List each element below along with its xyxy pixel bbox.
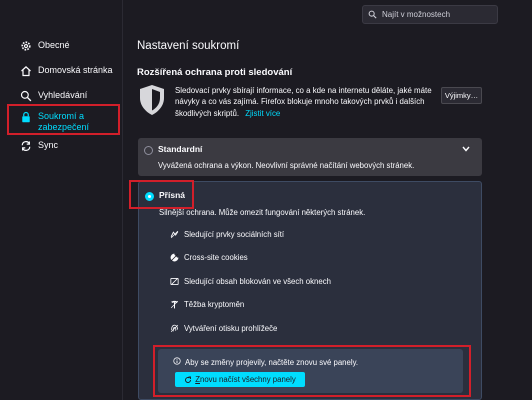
gear-icon: [21, 41, 31, 51]
sidebar-item-label: Obecné: [38, 40, 70, 50]
exceptions-button[interactable]: Výjimky…: [441, 87, 482, 104]
sidebar-item-label: Sync: [38, 140, 59, 150]
search-box[interactable]: [362, 5, 498, 24]
sync-icon: [21, 141, 31, 151]
cookie-icon: [170, 253, 179, 262]
standard-radio[interactable]: [144, 146, 153, 155]
strict-description: Silnější ochrana. Může omezit fungování …: [159, 208, 366, 217]
highlight-box-strict: [129, 180, 194, 209]
learn-more-link[interactable]: Zjistit více: [245, 109, 280, 118]
search-icon: [368, 10, 377, 19]
highlight-box-notice: [153, 345, 471, 397]
tracking-description: Sledovací prvky sbírají informace, co a …: [175, 86, 432, 118]
section-title: Rozšířená ochrana proti sledování: [137, 67, 293, 78]
sidebar-item-sync[interactable]: Sync: [20, 140, 58, 152]
sidebar-item-label: Domovská stránka: [38, 65, 113, 75]
shield-icon: [140, 85, 164, 115]
sidebar-item-general[interactable]: Obecné: [20, 40, 70, 52]
home-icon: [21, 66, 31, 77]
chevron-down-icon[interactable]: [462, 146, 470, 152]
standard-description: Vyvážená ochrana a výkon. Neovlivní sprá…: [158, 161, 415, 170]
highlight-box-sidebar: [7, 104, 120, 135]
sidebar-item-label: Vyhledávání: [38, 90, 88, 100]
tracking-content-icon: [170, 277, 179, 286]
sidebar-divider: [122, 0, 123, 400]
feature-item: Těžba kryptoměn: [170, 300, 244, 309]
sidebar-item-home[interactable]: Domovská stránka: [20, 65, 113, 77]
feature-item: Cross-site cookies: [170, 253, 248, 262]
social-tracker-icon: [170, 230, 179, 239]
feature-item: Sledující prvky sociálních sítí: [170, 230, 284, 239]
page-title: Nastavení soukromí: [137, 40, 240, 52]
search-input[interactable]: [382, 10, 492, 19]
feature-item: Sledující obsah blokován ve všech oknech: [170, 277, 331, 286]
feature-item: Vytváření otisku prohlížeče: [170, 324, 277, 333]
standard-label: Standardní: [158, 144, 203, 154]
standard-option-card[interactable]: Standardní Vyvážená ochrana a výkon. Neo…: [138, 138, 482, 176]
fingerprinter-icon: [170, 324, 179, 333]
sidebar-item-search[interactable]: Vyhledávání: [20, 90, 87, 102]
sidebar: Obecné Domovská stránka Vyhledávání Souk…: [0, 0, 122, 400]
cryptominer-icon: [170, 300, 179, 309]
search-icon: [20, 90, 32, 102]
